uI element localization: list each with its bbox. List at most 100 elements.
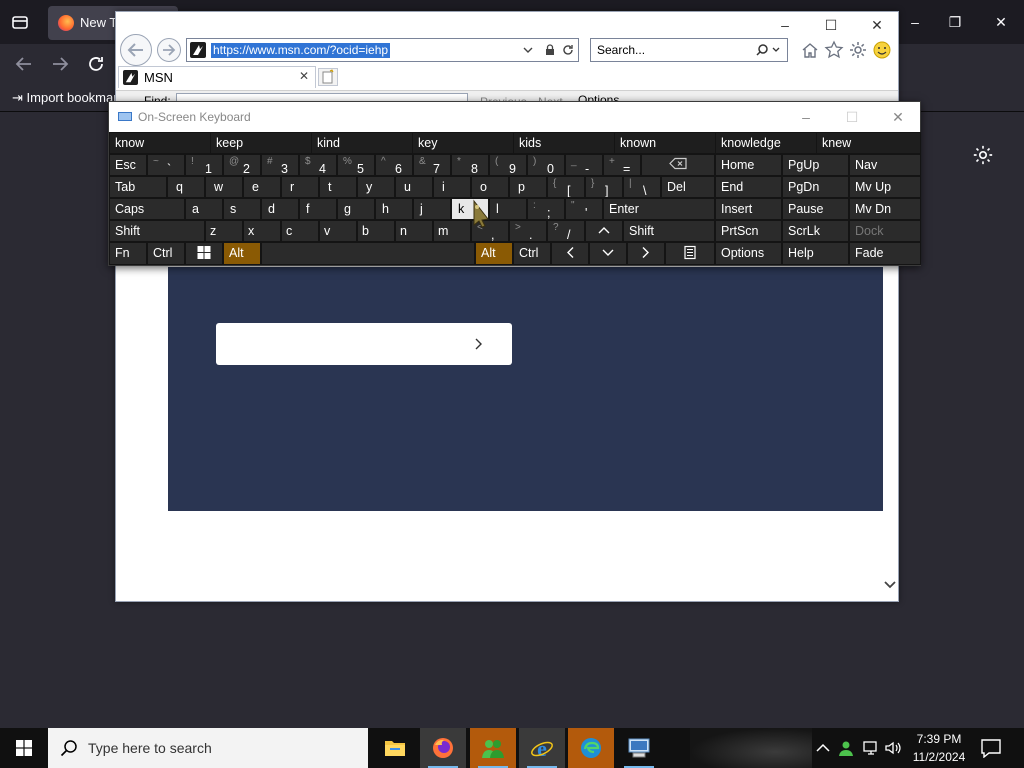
prediction-kids[interactable]: kids [513,132,615,154]
tools-gear-icon[interactable] [848,40,868,60]
key-5[interactable]: % 5 [337,154,375,176]
prediction-kind[interactable]: kind [311,132,413,154]
key-arrow-left[interactable] [551,242,589,265]
key-enter[interactable]: Enter [603,198,715,220]
key-esc[interactable]: Esc [109,154,147,176]
chevron-right-icon[interactable] [470,335,486,353]
key-home[interactable]: Home [715,154,782,176]
key-options[interactable]: Options [715,242,782,265]
address-dropdown-icon[interactable] [521,43,535,57]
taskbar-firefox[interactable] [420,728,466,768]
favorites-star-icon[interactable] [824,40,844,60]
osk-close-button[interactable]: ✕ [875,105,921,129]
taskbar-internet-explorer[interactable]: e [519,728,565,768]
key-period[interactable]: >. [509,220,547,242]
ie-close-button[interactable]: ✕ [854,12,900,38]
key-equals[interactable]: + = [603,154,641,176]
key-ctrl-left[interactable]: Ctrl [147,242,185,265]
key-windows[interactable] [185,242,223,265]
key-o[interactable]: o [471,176,509,198]
key-semicolon[interactable]: :; [527,198,565,220]
key-q[interactable]: q [167,176,205,198]
key-9[interactable]: (9 [489,154,527,176]
key-mv-up[interactable]: Mv Up [849,176,921,198]
key-ctrl-right[interactable]: Ctrl [513,242,551,265]
taskbar-search-box[interactable]: Type here to search [48,728,368,768]
key-shift-left[interactable]: Shift [109,220,205,242]
key-y[interactable]: y [357,176,395,198]
key-scrlk[interactable]: ScrLk [782,220,849,242]
ie-minimize-button[interactable]: – [762,12,808,38]
key-minus[interactable]: _ - [565,154,603,176]
ie-back-button[interactable] [120,34,152,66]
scroll-down-chevron-icon[interactable] [882,576,898,592]
key-t[interactable]: t [319,176,357,198]
key-3[interactable]: #3 [261,154,299,176]
taskbar-edge[interactable] [568,728,614,768]
prediction-known[interactable]: known [614,132,716,154]
prediction-knowledge[interactable]: knowledge [715,132,817,154]
ie-tab-msn[interactable]: MSN ✕ [118,66,316,88]
prediction-keep[interactable]: keep [210,132,312,154]
firefox-minimize-button[interactable]: – [900,10,930,34]
firefox-forward-icon[interactable] [48,52,72,76]
key-u[interactable]: u [395,176,433,198]
key-right-bracket[interactable]: }] [585,176,623,198]
taskbar-remote-desktop[interactable] [616,728,662,768]
key-backtick[interactable]: ~ ` [147,154,185,176]
key-left-bracket[interactable]: {[ [547,176,585,198]
taskbar-clock-date[interactable]: 11/2/2024 [904,750,974,764]
key-s[interactable]: s [223,198,261,220]
key-i[interactable]: i [433,176,471,198]
action-center-notification-icon[interactable] [980,738,1002,759]
key-0[interactable]: ) 0 [527,154,565,176]
ie-maximize-button[interactable]: ☐ [808,12,854,38]
firefox-reload-icon[interactable] [84,52,108,76]
ie-tab-close-icon[interactable]: ✕ [299,69,309,83]
prediction-know[interactable]: know [109,132,211,154]
key-b[interactable]: b [357,220,395,242]
key-tab[interactable]: Tab [109,176,167,198]
search-icon[interactable] [755,43,783,57]
key-help[interactable]: Help [782,242,849,265]
key-alt-right[interactable]: Alt [475,242,513,265]
refresh-icon[interactable] [561,43,575,57]
firefox-close-button[interactable]: ✕ [986,10,1016,34]
key-x[interactable]: x [243,220,281,242]
ie-address-bar[interactable]: https://www.msn.com/?ocid=iehp [186,38,579,62]
key-j[interactable]: j [413,198,451,220]
key-l[interactable]: l [489,198,527,220]
key-mv-dn[interactable]: Mv Dn [849,198,921,220]
key-m[interactable]: m [433,220,471,242]
key-end[interactable]: End [715,176,782,198]
people-tray-icon[interactable] [838,739,856,757]
key-prtscn[interactable]: PrtScn [715,220,782,242]
key-h[interactable]: h [375,198,413,220]
key-space[interactable] [261,242,475,265]
key-7[interactable]: & 7 [413,154,451,176]
key-pgdn[interactable]: PgDn [782,176,849,198]
taskbar-people-app[interactable] [470,728,516,768]
key-backspace[interactable] [641,154,715,176]
lock-icon[interactable] [543,43,557,57]
network-icon[interactable] [862,739,880,757]
key-fn[interactable]: Fn [109,242,147,265]
taskbar-clock-time[interactable]: 7:39 PM [904,732,974,746]
key-8[interactable]: * 8 [451,154,489,176]
key-caps[interactable]: Caps [109,198,185,220]
firefox-newtab-settings-gear-icon[interactable] [972,144,994,166]
key-pgup[interactable]: PgUp [782,154,849,176]
volume-icon[interactable] [884,739,902,757]
key-insert[interactable]: Insert [715,198,782,220]
key-arrow-up[interactable] [585,220,623,242]
key-a[interactable]: a [185,198,223,220]
key-del[interactable]: Del [661,176,715,198]
firefox-back-icon[interactable] [12,52,36,76]
key-w[interactable]: w [205,176,243,198]
key-n[interactable]: n [395,220,433,242]
key-slash[interactable]: ? / [547,220,585,242]
prediction-knew[interactable]: knew [816,132,921,154]
firefox-restore-button[interactable]: ❐ [940,10,970,34]
home-icon[interactable] [800,40,820,60]
key-arrow-right[interactable] [627,242,665,265]
